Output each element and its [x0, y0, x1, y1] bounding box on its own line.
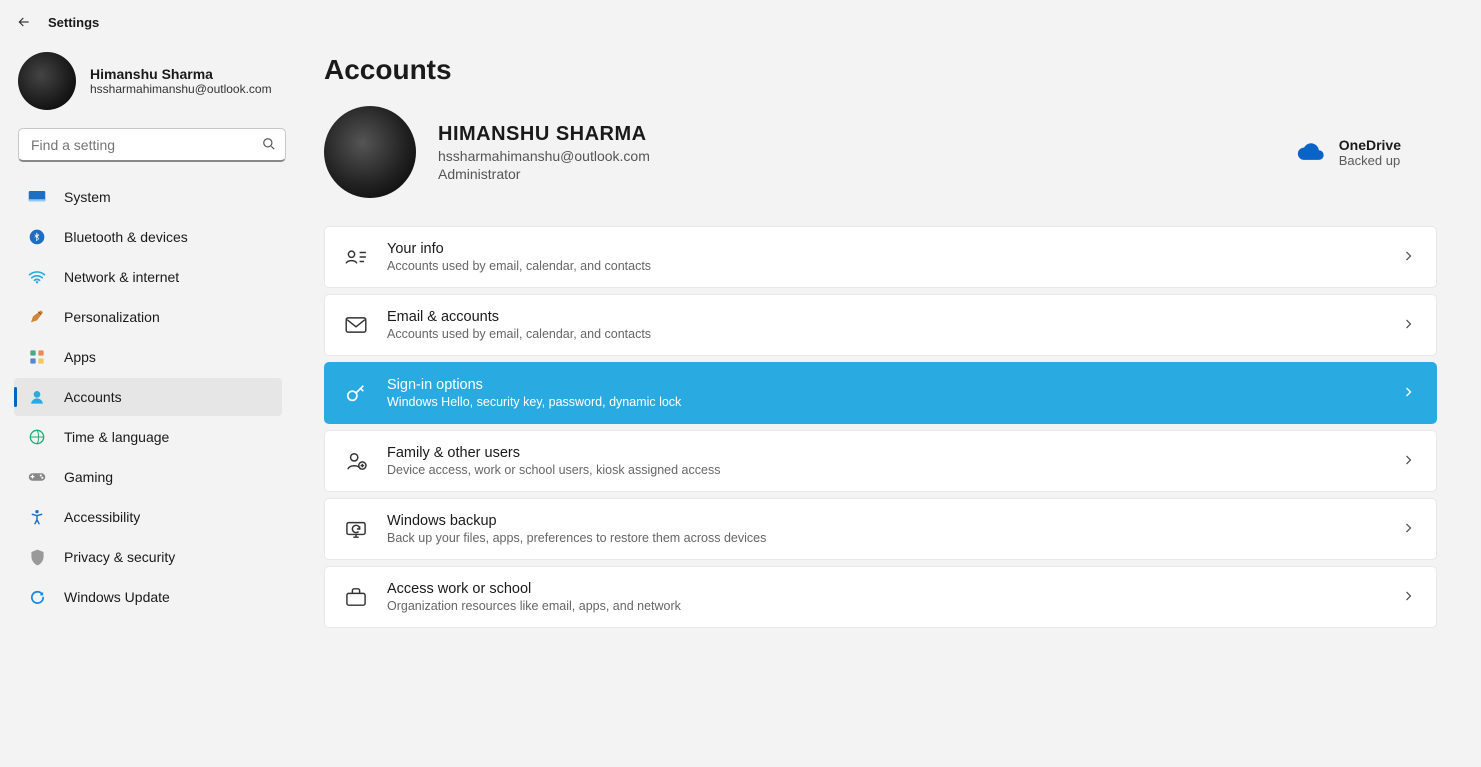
nav-system[interactable]: System [14, 178, 282, 216]
card-subtitle: Windows Hello, security key, password, d… [387, 395, 1402, 409]
card-title: Email & accounts [387, 309, 1402, 325]
card-subtitle: Back up your files, apps, preferences to… [387, 531, 1402, 545]
card-work-school[interactable]: Access work or school Organization resou… [324, 566, 1437, 628]
nav-label: Apps [64, 349, 96, 365]
chevron-right-icon [1402, 318, 1416, 332]
wifi-icon [28, 268, 46, 286]
card-signin-options[interactable]: Sign-in options Windows Hello, security … [324, 362, 1437, 424]
nav-label: Network & internet [64, 269, 179, 285]
gamepad-icon [28, 468, 46, 486]
bluetooth-icon [28, 228, 46, 246]
update-icon [28, 588, 46, 606]
nav-label: Gaming [64, 469, 113, 485]
nav-accessibility[interactable]: Accessibility [14, 498, 282, 536]
avatar [18, 52, 76, 110]
nav-accounts[interactable]: Accounts [14, 378, 282, 416]
hero-email: hssharmahimanshu@outlook.com [438, 148, 650, 164]
nav-label: Accounts [64, 389, 122, 405]
card-title: Family & other users [387, 445, 1402, 461]
settings-cards: Your info Accounts used by email, calend… [324, 226, 1437, 628]
mail-icon [345, 314, 367, 336]
backup-icon [345, 518, 367, 540]
nav-label: Privacy & security [64, 549, 175, 565]
avatar-large [324, 106, 416, 198]
card-subtitle: Device access, work or school users, kio… [387, 463, 1402, 477]
card-subtitle: Accounts used by email, calendar, and co… [387, 327, 1402, 341]
paintbrush-icon [28, 308, 46, 326]
search-wrap [18, 128, 288, 162]
title-bar: Settings [0, 0, 1481, 40]
sidebar: Himanshu Sharma hssharmahimanshu@outlook… [0, 40, 300, 628]
nav-label: Windows Update [64, 589, 170, 605]
user-email: hssharmahimanshu@outlook.com [90, 82, 272, 96]
card-subtitle: Accounts used by email, calendar, and co… [387, 259, 1402, 273]
window-title: Settings [48, 15, 99, 30]
main-content: Accounts HIMANSHU SHARMA hssharmahimansh… [300, 40, 1481, 628]
card-title: Your info [387, 241, 1402, 257]
current-user-block[interactable]: Himanshu Sharma hssharmahimanshu@outlook… [14, 52, 292, 110]
chevron-right-icon [1402, 590, 1416, 604]
onedrive-status: Backed up [1339, 153, 1401, 168]
nav-network[interactable]: Network & internet [14, 258, 282, 296]
nav-apps[interactable]: Apps [14, 338, 282, 376]
chevron-right-icon [1402, 522, 1416, 536]
card-title: Sign-in options [387, 377, 1402, 393]
nav-time[interactable]: Time & language [14, 418, 282, 456]
account-hero: HIMANSHU SHARMA hssharmahimanshu@outlook… [324, 106, 1437, 198]
card-windows-backup[interactable]: Windows backup Back up your files, apps,… [324, 498, 1437, 560]
display-icon [28, 188, 46, 206]
back-button[interactable] [16, 14, 32, 30]
nav-privacy[interactable]: Privacy & security [14, 538, 282, 576]
user-name: Himanshu Sharma [90, 66, 272, 82]
nav-update[interactable]: Windows Update [14, 578, 282, 616]
nav-label: Personalization [64, 309, 160, 325]
card-title: Access work or school [387, 581, 1402, 597]
contact-card-icon [345, 246, 367, 268]
apps-icon [28, 348, 46, 366]
page-title: Accounts [324, 54, 1437, 86]
nav-label: Bluetooth & devices [64, 229, 188, 245]
card-family-users[interactable]: Family & other users Device access, work… [324, 430, 1437, 492]
card-email-accounts[interactable]: Email & accounts Accounts used by email,… [324, 294, 1437, 356]
card-your-info[interactable]: Your info Accounts used by email, calend… [324, 226, 1437, 288]
nav-gaming[interactable]: Gaming [14, 458, 282, 496]
onedrive-title: OneDrive [1339, 137, 1401, 153]
chevron-right-icon [1402, 250, 1416, 264]
onedrive-block[interactable]: OneDrive Backed up [1297, 137, 1437, 168]
nav-bluetooth[interactable]: Bluetooth & devices [14, 218, 282, 256]
person-icon [28, 388, 46, 406]
nav-personalization[interactable]: Personalization [14, 298, 282, 336]
chevron-right-icon [1402, 386, 1416, 400]
briefcase-icon [345, 586, 367, 608]
card-subtitle: Organization resources like email, apps,… [387, 599, 1402, 613]
search-input[interactable] [18, 128, 286, 162]
cloud-icon [1297, 143, 1325, 161]
accessibility-icon [28, 508, 46, 526]
nav-label: System [64, 189, 111, 205]
globe-clock-icon [28, 428, 46, 446]
people-add-icon [345, 450, 367, 472]
nav-list: System Bluetooth & devices Network & int… [14, 178, 292, 616]
shield-icon [28, 548, 46, 566]
card-title: Windows backup [387, 513, 1402, 529]
chevron-right-icon [1402, 454, 1416, 468]
key-icon [345, 382, 367, 404]
hero-name: HIMANSHU SHARMA [438, 123, 650, 146]
nav-label: Accessibility [64, 509, 140, 525]
nav-label: Time & language [64, 429, 169, 445]
hero-role: Administrator [438, 166, 650, 182]
